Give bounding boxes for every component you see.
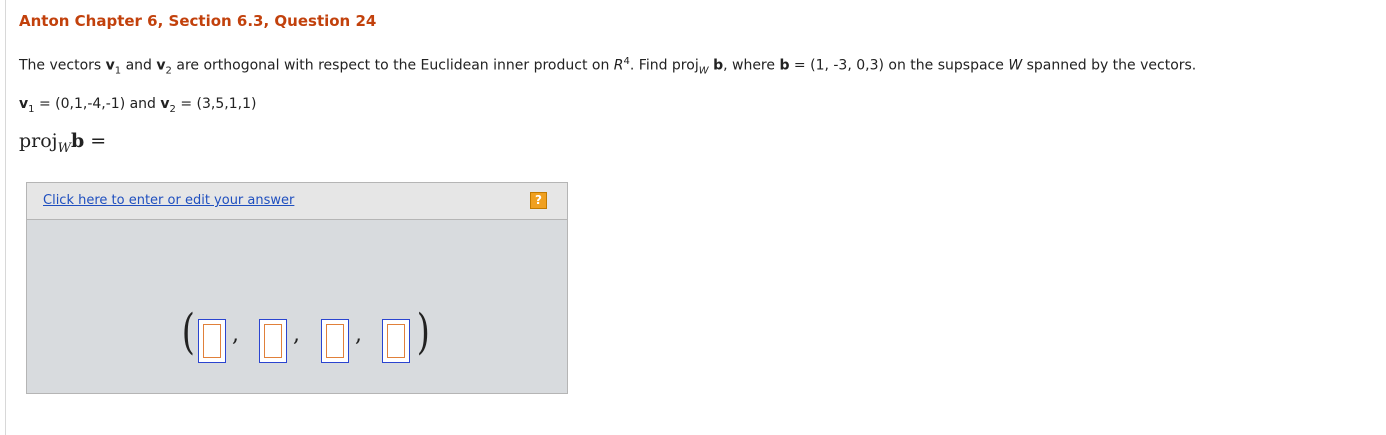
left-rule (5, 0, 6, 435)
answer-slot-4[interactable] (382, 319, 410, 363)
question-mark-icon[interactable]: ? (530, 192, 547, 209)
question-title: Anton Chapter 6, Section 6.3, Question 2… (19, 12, 377, 30)
answer-slot-3[interactable] (321, 319, 349, 363)
enter-answer-link[interactable]: Click here to enter or edit your answer (43, 193, 294, 208)
answer-box: Click here to enter or edit your answer … (26, 182, 568, 394)
comma-1: , (232, 322, 239, 347)
answer-entry-area: ( , , , ) (27, 220, 567, 393)
comma-2: , (293, 322, 300, 347)
answer-slot-2-inner (264, 324, 282, 358)
answer-slot-4-inner (387, 324, 405, 358)
answer-slot-1[interactable] (198, 319, 226, 363)
question-text: The vectors v1 and v2 are orthogonal wit… (19, 56, 1197, 77)
answer-header: Click here to enter or edit your answer … (27, 183, 567, 220)
answer-slot-3-inner (326, 324, 344, 358)
given-vectors: v1 = (0,1,-4,-1) and v2 = (3,5,1,1) (19, 96, 257, 115)
comma-3: , (355, 322, 362, 347)
close-paren: ) (416, 304, 430, 360)
answer-slot-1-inner (203, 324, 221, 358)
open-paren: ( (181, 304, 195, 360)
projection-label: projWb = (19, 130, 107, 156)
answer-slot-2[interactable] (259, 319, 287, 363)
